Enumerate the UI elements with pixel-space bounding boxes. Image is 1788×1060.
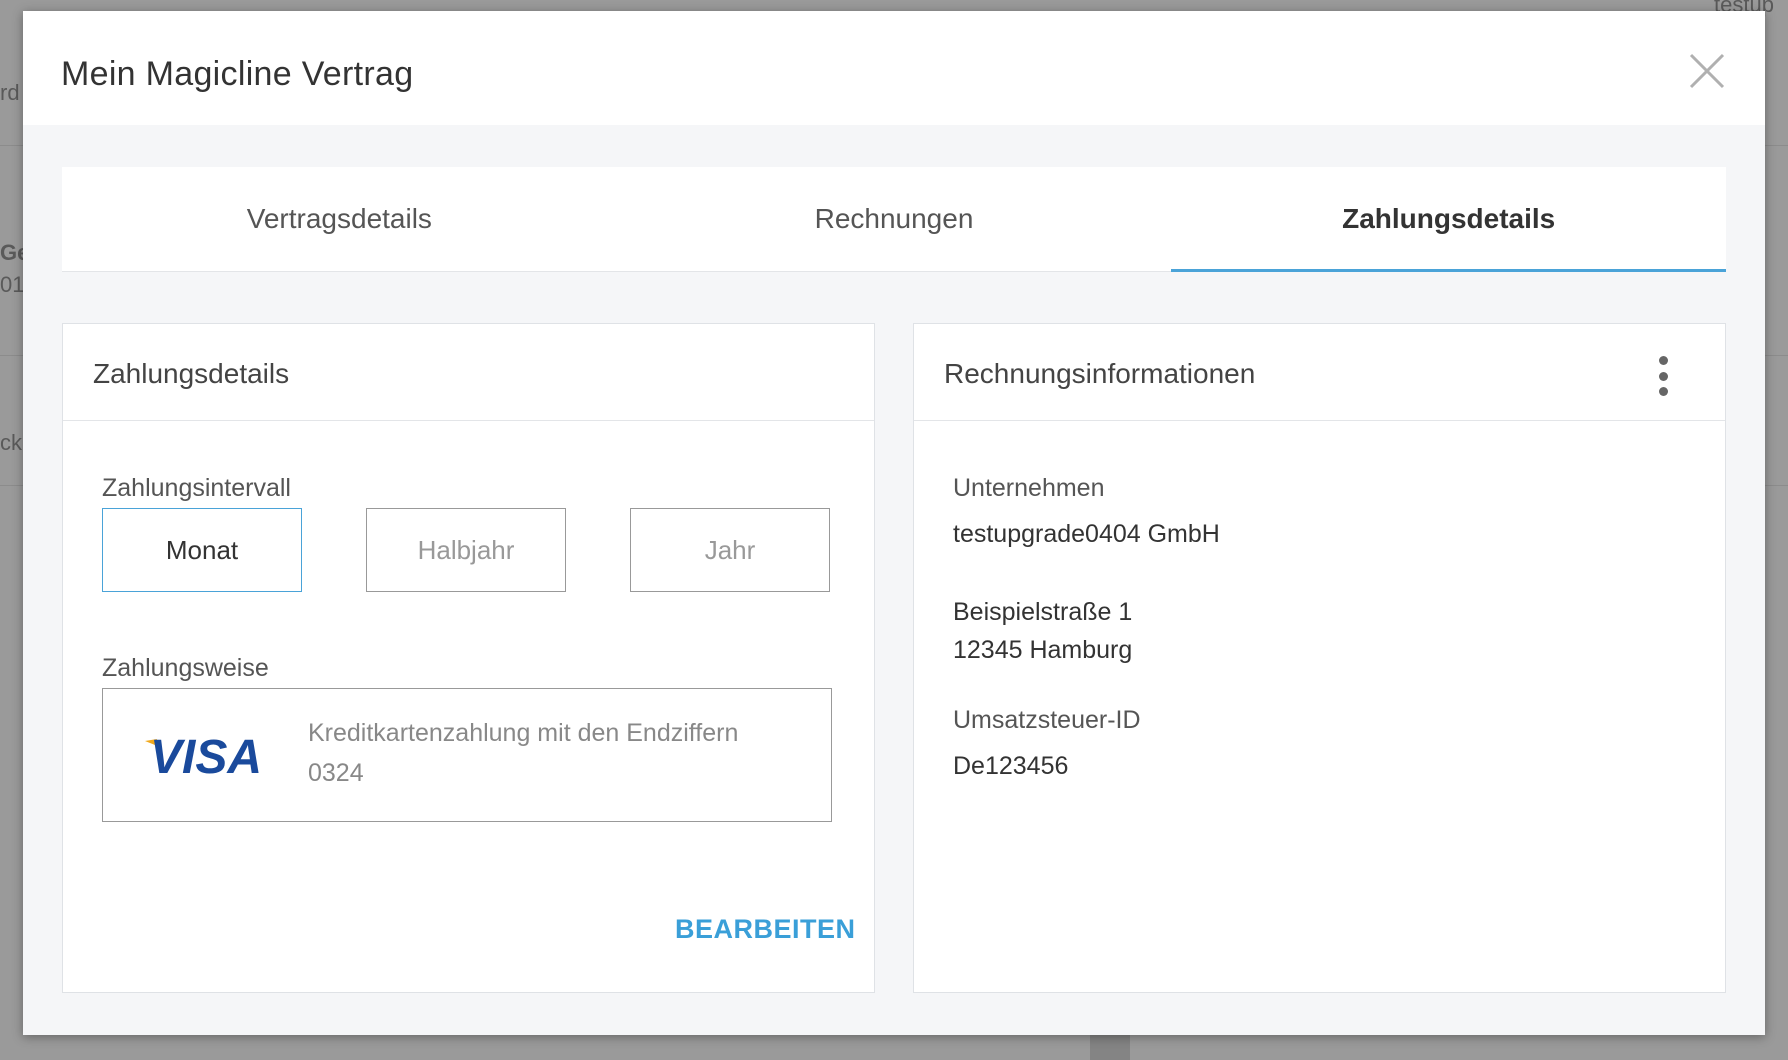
more-options-button[interactable] (1657, 356, 1669, 396)
tab-bar: Vertragsdetails Rechnungen Zahlungsdetai… (62, 167, 1726, 272)
kebab-dot-icon (1658, 356, 1668, 365)
card-header: Zahlungsdetails (63, 324, 874, 421)
payment-method-label: Zahlungsweise (102, 654, 269, 682)
interval-option-monat[interactable]: Monat (102, 508, 302, 592)
tab-rechnungen[interactable]: Rechnungen (617, 167, 1172, 271)
vat-value: De123456 (953, 752, 1069, 780)
kebab-dot-icon (1658, 387, 1668, 396)
tab-zahlungsdetails[interactable]: Zahlungsdetails (1171, 167, 1726, 272)
card-header: Rechnungsinformationen (914, 324, 1725, 421)
background-text: 01 (0, 272, 25, 297)
kebab-dot-icon (1658, 371, 1668, 381)
address-street: Beispielstraße 1 (953, 598, 1133, 626)
modal-header: Mein Magicline Vertrag (23, 11, 1765, 125)
close-icon (1689, 53, 1725, 89)
interval-option-jahr[interactable]: Jahr (630, 508, 830, 592)
company-value: testupgrade0404 GmbH (953, 520, 1220, 548)
payment-method-box[interactable]: VISA Kreditkartenzahlung mit den Endziff… (102, 688, 832, 822)
company-label: Unternehmen (953, 474, 1105, 502)
invoice-info-card: Rechnungsinformationen Unternehmen testu… (913, 323, 1726, 993)
visa-brand-text: VISA (150, 731, 262, 779)
interval-option-halbjahr[interactable]: Halbjahr (366, 508, 566, 592)
contract-modal: Mein Magicline Vertrag Vertragsdetails R… (23, 11, 1765, 1035)
tab-vertragsdetails[interactable]: Vertragsdetails (62, 167, 617, 271)
background-text: rd (0, 80, 20, 105)
payment-details-card: Zahlungsdetails Zahlungsintervall Monat … (62, 323, 875, 993)
payment-method-text: Kreditkartenzahlung mit den Endziffern 0… (308, 713, 788, 793)
background-text: ck (0, 430, 22, 455)
modal-title: Mein Magicline Vertrag (61, 55, 414, 93)
visa-logo-icon: VISA (145, 731, 262, 779)
address-city: 12345 Hamburg (953, 636, 1133, 664)
card-last-digits: 0324 (308, 759, 364, 787)
payment-method-description: Kreditkartenzahlung mit den Endziffern (308, 719, 739, 747)
close-button[interactable] (1683, 47, 1731, 95)
card-title: Rechnungsinformationen (944, 358, 1256, 389)
edit-button[interactable]: BEARBEITEN (675, 914, 856, 945)
vat-label: Umsatzsteuer-ID (953, 706, 1141, 734)
card-title: Zahlungsdetails (93, 358, 290, 389)
interval-label: Zahlungsintervall (102, 474, 291, 502)
